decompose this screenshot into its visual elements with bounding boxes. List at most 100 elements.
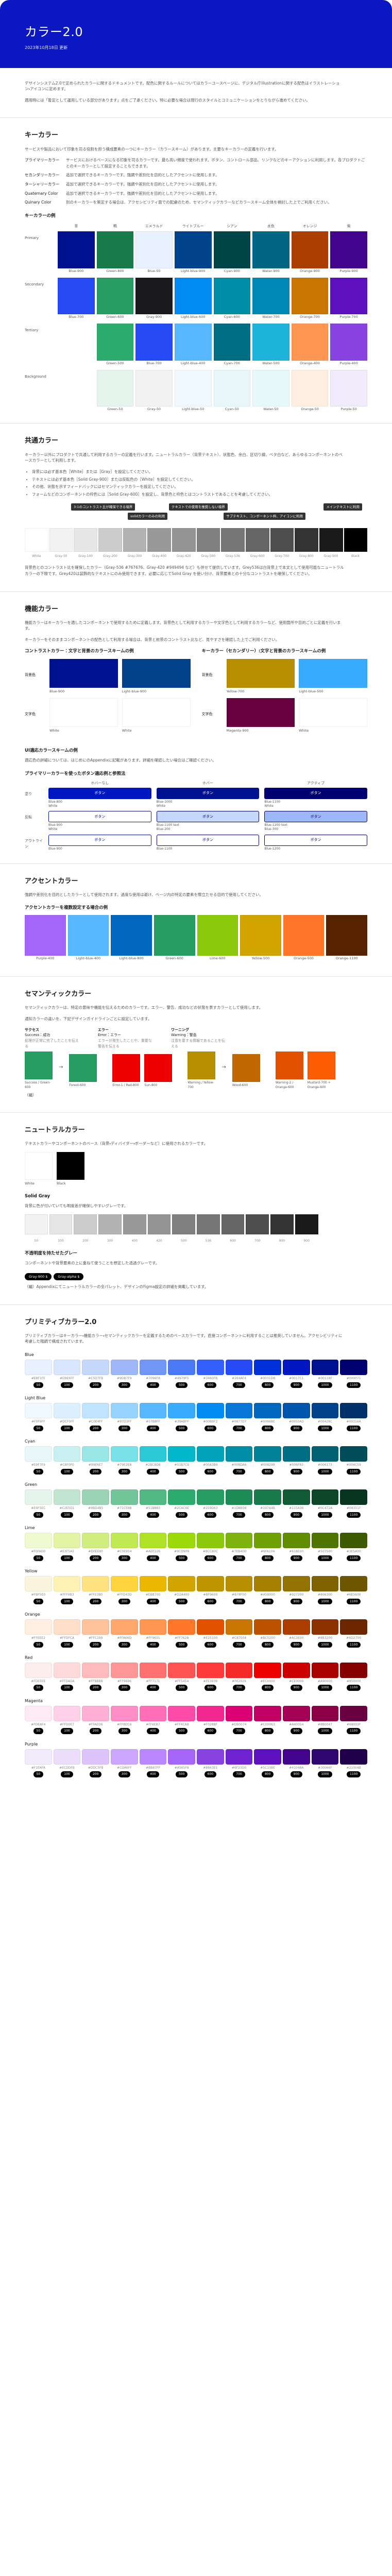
- semantic-note: （編）: [25, 1092, 344, 1098]
- gray-ramp-cell: [295, 528, 318, 552]
- primitive-swatch: #A40054900: [283, 1706, 310, 1734]
- primitive-swatch: #E3F5A5100: [54, 1533, 81, 1561]
- primitive-heading: プリミティブカラー2.0: [25, 1317, 367, 1328]
- semantic-swatch: Wood-600: [232, 1054, 260, 1088]
- color-swatch: Magenta-900: [227, 698, 295, 733]
- primitive-swatch: #FFC199200: [82, 1619, 109, 1648]
- key-table-title: キーカラーの例: [25, 213, 367, 219]
- primitive-swatch: #FF7628500: [168, 1619, 195, 1648]
- neutral-chip: [148, 1214, 171, 1234]
- primitive-swatch: #FFAED6200: [82, 1706, 109, 1734]
- primitive-swatch: #F0F9FF50: [25, 1403, 52, 1431]
- key-col-label: オレンジ: [292, 224, 329, 229]
- primitive-swatch: #FFE380200: [82, 1576, 109, 1604]
- neutral-label: 200: [74, 1239, 97, 1243]
- primitive-swatch: #0061731000: [312, 1446, 339, 1475]
- arrow-icon: →: [57, 1063, 65, 1079]
- gray-ramp-cell: [49, 528, 73, 552]
- callout-sub: サブテキスト、コンポーネント枠、アイコンに利用: [224, 513, 305, 520]
- gray-ramp-cell: [74, 528, 97, 552]
- neutral-solid-title: Solid Gray: [25, 1193, 367, 1200]
- sample-button[interactable]: ボタン: [48, 811, 151, 822]
- primitive-family-name: Red: [25, 1655, 367, 1661]
- func-sub: キーカラーをそのままコンポーネントの配色として利用する場合は、背景と前景のコント…: [25, 637, 344, 643]
- gray-ramp-cell: [270, 528, 294, 552]
- gray-ramp-cell: [221, 528, 245, 552]
- primitive-swatch: #8B32001000: [312, 1619, 339, 1648]
- primitive-swatch: #008BF2600: [197, 1403, 224, 1431]
- sample-button[interactable]: ボタン: [264, 788, 367, 799]
- common-li3: その他、状態を示すフィードバックにはセマンティックカラーを設定してください。: [32, 484, 367, 490]
- semantic-swatch: Sun-800: [144, 1054, 172, 1088]
- primitive-swatch: #FFD43D300: [111, 1576, 138, 1604]
- key-col-label: 鴨: [97, 224, 134, 229]
- sample-button[interactable]: ボタン: [157, 788, 260, 799]
- neutral-label: 900: [295, 1239, 318, 1243]
- primitive-swatch: #006F83900: [283, 1446, 310, 1475]
- func-heading: 機能カラー: [25, 604, 367, 615]
- primitive-swatch: #618E00900: [283, 1533, 310, 1561]
- neutral-section: ニュートラルカラー テキストカラーやコンポーネントのベース（背景・ディバイダー・…: [0, 1112, 392, 1304]
- primitive-swatch: #DDC5FB200: [82, 1749, 109, 1777]
- primitive-swatch: #7096F8400: [140, 1360, 167, 1388]
- neutral-label: 700: [246, 1239, 269, 1243]
- neutral-label: 50: [25, 1239, 48, 1243]
- primitive-swatch: #57B8FF400: [140, 1403, 167, 1431]
- sample-button[interactable]: ボタン: [264, 811, 367, 822]
- common-lead: キーカラー以外にプロダクトで共通して利用するカラーの定義を行います。ニュートラル…: [25, 452, 344, 464]
- primitive-family: Cyan#E9F7F950#C8F0F0100#99E6E7200#79E2E8…: [25, 1438, 367, 1475]
- primitive-swatch: #E6F5EC50: [25, 1489, 52, 1518]
- primitive-family: Orange#FFEEE250#FFDFCA100#FFC199200#FFA6…: [25, 1612, 367, 1648]
- primitive-swatch: #FFDFCA100: [54, 1619, 81, 1648]
- sample-button[interactable]: ボタン: [264, 835, 367, 846]
- state-row-label: 反転: [25, 811, 43, 820]
- semantic-swatch: Error-1 / Red-800: [112, 1054, 140, 1088]
- key-color-section: キーカラー サービスや製品において印象を司る役割を担う構成要素の一つにキーカラー…: [0, 117, 392, 423]
- primitive-swatch: #00118F1000: [312, 1360, 339, 1388]
- color-swatch: White: [299, 698, 367, 733]
- accent-section: アクセントカラー 強調や差別化を目的としたカラーとして使用されます。過度な使用は…: [0, 863, 392, 977]
- primitive-swatch: #FF5454500: [168, 1663, 195, 1691]
- primitive-swatch: #41048A900: [283, 1749, 310, 1777]
- sample-button[interactable]: ボタン: [157, 835, 260, 846]
- color-swatch: Gray-50: [135, 370, 173, 414]
- func-row-label: 背景色: [202, 659, 223, 678]
- primitive-family-name: Magenta: [25, 1698, 367, 1704]
- primitive-swatch: #00316A1100: [340, 1403, 367, 1431]
- primitive-swatch: #008DA6700: [226, 1446, 253, 1475]
- color-swatch: Orange-900: [292, 231, 329, 276]
- primitive-swatch: #FFDADA100: [54, 1663, 81, 1691]
- color-swatch: Purple-50: [330, 370, 367, 414]
- color-swatch: Lime-600: [197, 915, 238, 963]
- primitive-swatch: #ECDDFB100: [54, 1749, 81, 1777]
- primitive-swatch: #FF9696300: [111, 1663, 138, 1691]
- color-swatch: Blue-900: [58, 231, 95, 276]
- neutral-label: 600: [221, 1239, 245, 1243]
- key-def-desc: 別のキーカラーを策定する場合は、アクセシビリティ面での配慮のため、セマンティック…: [66, 199, 367, 206]
- primitive-swatch: #8843E1600: [197, 1749, 224, 1777]
- primitive-swatch: #0877D7700: [226, 1403, 253, 1431]
- key-row-label: Secondary: [25, 278, 56, 287]
- sample-button[interactable]: ボタン: [48, 835, 151, 846]
- key-def-desc: 追加で選択できるキーカラーです。強調や差別化を目的としたアクセントに使用します。: [66, 172, 367, 178]
- color-swatch: Yellow-500: [240, 915, 281, 963]
- key-row-label: Tertiary: [25, 324, 56, 333]
- common-heading: 共通カラー: [25, 436, 367, 446]
- primitive-swatch: #7EB40D700: [226, 1533, 253, 1561]
- color-swatch: Purple-700: [330, 278, 367, 322]
- color-swatch: Light-blue-900: [175, 231, 212, 276]
- neutral-alpha-title: 不透明度を持たせたグレー: [25, 1250, 367, 1257]
- sample-button[interactable]: ボタン: [48, 788, 151, 799]
- sample-button[interactable]: ボタン: [157, 811, 260, 822]
- func-pair-left-title: コントラストカラー：文字と背景のカラースキームの例: [25, 648, 191, 655]
- primitive-swatch: #EBB700400: [140, 1576, 167, 1604]
- key-def-term: プライマリーカラー: [25, 157, 61, 169]
- primitive-swatch: #9DB7F9300: [111, 1360, 138, 1388]
- primitive-family: Lime#F0FAD050#E3F5A5100#D0EE80200#C0E954…: [25, 1525, 367, 1561]
- gray-ramp-label: Gray-50: [49, 554, 73, 558]
- primitive-swatch: #C00063800: [254, 1706, 281, 1734]
- primitive-swatch: #8500001100: [340, 1663, 367, 1691]
- primitive-swatch: #0066BE800: [254, 1403, 281, 1431]
- color-swatch: White: [25, 1152, 53, 1186]
- primitive-swatch: #E25100600: [197, 1619, 224, 1648]
